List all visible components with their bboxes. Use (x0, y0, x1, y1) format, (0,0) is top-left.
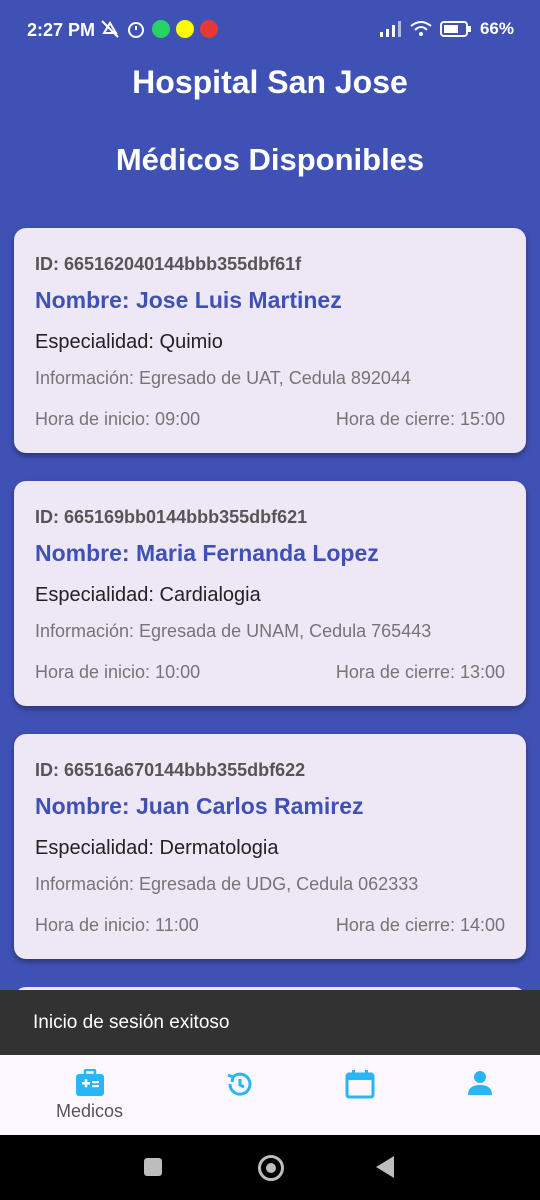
doctor-name: Nombre: Jose Luis Martinez (35, 287, 342, 313)
doctor-specialty: Especialidad: Dermatologia (35, 837, 279, 859)
doctor-name: Nombre: Maria Fernanda Lopez (35, 540, 379, 566)
snapchat-icon (176, 20, 194, 38)
person-icon (467, 1071, 492, 1095)
home-button[interactable] (258, 1155, 284, 1181)
app-title: Hospital San Jose (132, 64, 408, 100)
doctor-start-time: Hora de inicio: 09:00 (35, 409, 201, 429)
whatsapp-icon (152, 20, 170, 38)
page-title: Médicos Disponibles (115, 142, 425, 177)
signal-icon (379, 21, 401, 37)
doctor-card[interactable]: ID: 665162040144bbb355dbf61f Nombre: Jos… (14, 228, 526, 453)
battery-icon (439, 21, 471, 37)
nav-label-medicos: Medicos (55, 1101, 124, 1121)
battery-level: 66% (479, 19, 514, 38)
doctor-end-time: Hora de cierre: 14:00 (335, 915, 505, 935)
nav-item-profile[interactable] (412, 1055, 540, 1135)
back-button[interactable] (376, 1156, 394, 1178)
doctor-id: ID: 665169bb0144bbb355dbf621 (35, 507, 308, 527)
recents-button[interactable] (144, 1158, 162, 1176)
app-icon (200, 20, 218, 38)
alarm-icon (128, 22, 144, 38)
doctor-card[interactable]: ID: 66516a670144bbb355dbf622 Nombre: Jua… (14, 734, 526, 959)
doctor-info: Información: Egresada de UNAM, Cedula 76… (35, 621, 432, 641)
doctor-start-time: Hora de inicio: 11:00 (35, 915, 199, 935)
doctor-info: Información: Egresado de UAT, Cedula 892… (35, 368, 411, 388)
mute-icon (101, 20, 119, 38)
doctor-name: Nombre: Juan Carlos Ramirez (35, 793, 364, 819)
doctor-end-time: Hora de cierre: 13:00 (335, 662, 505, 682)
status-bar: 2:27 PM 66% (0, 0, 540, 62)
bottom-navigation: Medicos (0, 1055, 540, 1135)
snackbar: Inicio de sesión exitoso (0, 990, 540, 1055)
doctor-start-time: Hora de inicio: 10:00 (35, 662, 201, 682)
doctor-specialty: Especialidad: Cardialogia (35, 584, 261, 606)
doctor-card[interactable]: ID: 665169bb0144bbb355dbf621 Nombre: Mar… (14, 481, 526, 706)
system-icons: 66% (379, 19, 514, 39)
doctor-id: ID: 66516a670144bbb355dbf622 (35, 760, 306, 780)
doctor-end-time: Hora de cierre: 15:00 (335, 409, 505, 429)
medical-kit-icon (75, 1069, 104, 1096)
calendar-icon (345, 1070, 374, 1099)
snackbar-message: Inicio de sesión exitoso (33, 1012, 230, 1033)
notification-icons (100, 19, 218, 39)
status-time: 2:27 PM (27, 20, 96, 40)
history-icon (226, 1072, 251, 1096)
doctor-specialty: Especialidad: Quimio (35, 331, 223, 353)
nav-item-medicos[interactable]: Medicos (22, 1055, 157, 1135)
nav-item-history[interactable] (172, 1055, 307, 1135)
doctor-id: ID: 665162040144bbb355dbf61f (35, 254, 302, 274)
nav-item-calendar[interactable] (292, 1055, 427, 1135)
doctor-info: Información: Egresada de UDG, Cedula 062… (35, 874, 419, 894)
wifi-icon (410, 21, 432, 36)
